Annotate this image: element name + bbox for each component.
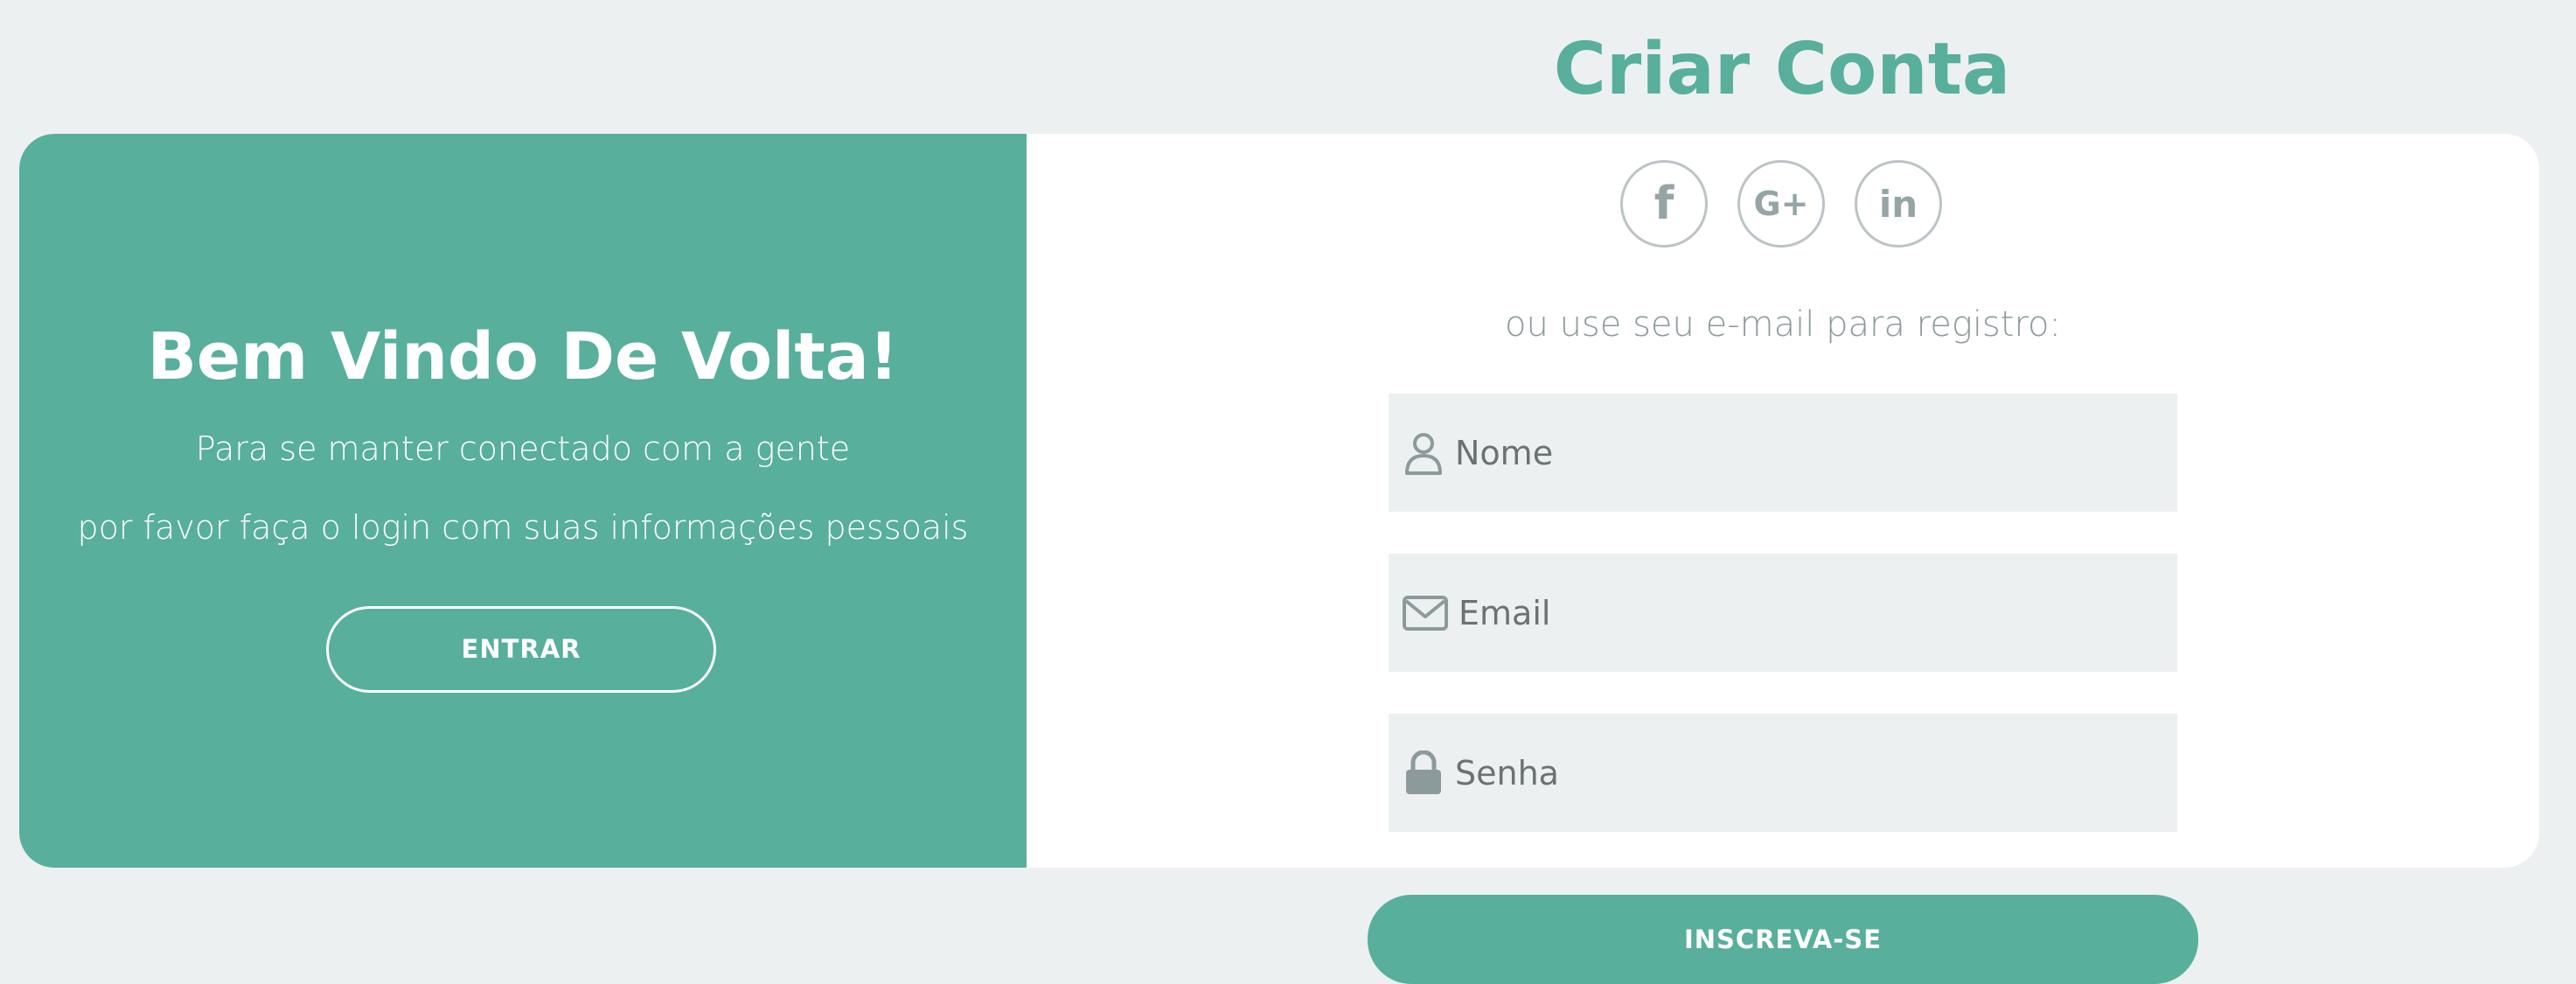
facebook-icon: f [1654, 178, 1674, 230]
signup-button[interactable]: INSCREVA-SE [1368, 895, 2198, 984]
name-input[interactable] [1455, 417, 2137, 488]
welcome-text-line-2: por favor faça o login com suas informaç… [77, 508, 969, 547]
password-field [1389, 714, 2177, 832]
login-button[interactable]: ENTRAR [326, 606, 716, 693]
envelope-icon [1401, 590, 1450, 636]
welcome-text-line-1: Para se manter conectado com a gente [195, 429, 851, 468]
email-field [1389, 554, 2177, 672]
user-icon [1401, 430, 1446, 476]
welcome-title: Bem Vindo De Volta! [147, 319, 899, 394]
lock-icon [1401, 750, 1446, 796]
google-plus-button[interactable]: G+ [1737, 160, 1825, 248]
google-plus-icon: G+ [1753, 185, 1809, 223]
email-input[interactable] [1459, 577, 2141, 648]
facebook-button[interactable]: f [1620, 160, 1708, 248]
password-input[interactable] [1455, 737, 2137, 808]
auth-card: Bem Vindo De Volta! Para se manter conec… [19, 134, 2539, 868]
signup-subtitle: ou use seu e-mail para registro: [1505, 304, 2061, 345]
linkedin-icon: in [1878, 182, 1918, 226]
linkedin-button[interactable]: in [1855, 160, 1942, 248]
page-title: Criar Conta [1553, 28, 2011, 111]
name-field [1389, 394, 2177, 512]
welcome-panel: Bem Vindo De Volta! Para se manter conec… [19, 134, 1027, 868]
